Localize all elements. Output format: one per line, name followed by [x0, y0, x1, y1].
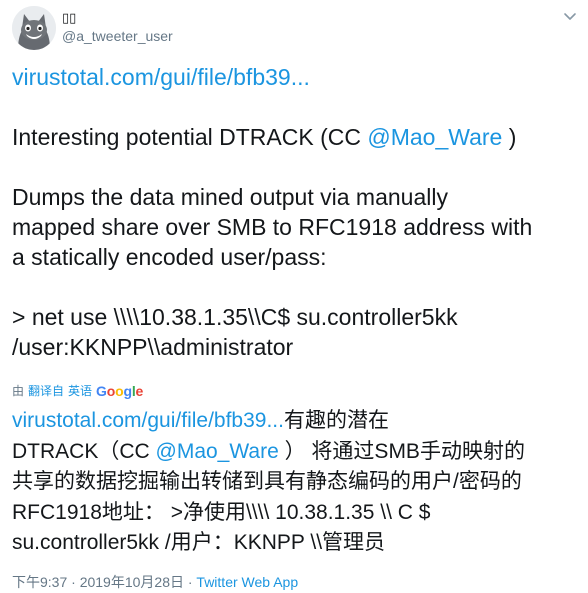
- translated-line: 有趣的潜在: [283, 409, 389, 432]
- translated-link[interactable]: virustotal.com/gui/file/bfb39...: [12, 409, 284, 432]
- translated-from-link[interactable]: 翻译自: [28, 382, 64, 399]
- translated-line: RFC1918地址： >净使用\\\\ 10.38.1.35 \\ C $: [12, 500, 431, 524]
- tweet-line-end: ): [502, 124, 517, 150]
- cat-avatar-icon: [12, 6, 56, 50]
- translated-line: su.controller5kk /用户：KKNPP \\管理员: [12, 531, 386, 554]
- translated-line-end: ） 将通过SMB手动映射的: [278, 439, 525, 463]
- source-language-link[interactable]: 英语: [68, 382, 92, 399]
- translated-text: virustotal.com/gui/file/bfb39...有趣的潜在 DT…: [12, 406, 578, 559]
- user-handle[interactable]: @a_tweeter_user: [62, 28, 173, 44]
- tweet-line: mapped share over SMB to RFC1918 address…: [12, 214, 533, 240]
- google-logo: Google: [96, 382, 144, 399]
- translated-line: DTRACK（CC: [12, 439, 156, 463]
- chevron-down-icon[interactable]: [562, 8, 578, 24]
- mention-link[interactable]: @Mao_Ware: [367, 124, 502, 150]
- tweet-line: Dumps the data mined output via manually: [12, 184, 448, 210]
- tweet-text: virustotal.com/gui/file/bfb39... Interes…: [12, 62, 578, 362]
- tweet-link[interactable]: virustotal.com/gui/file/bfb39...: [12, 64, 310, 90]
- source-app-link[interactable]: Twitter Web App: [196, 574, 298, 590]
- tweet-line: Interesting potential DTRACK (CC: [12, 124, 368, 150]
- timestamp[interactable]: 下午9:37 · 2019年10月28日 ·: [12, 574, 196, 590]
- display-name[interactable]: ▯▯: [62, 10, 76, 26]
- tweet-command-line: /user:KKNPP\\administrator: [12, 334, 294, 360]
- avatar[interactable]: [12, 6, 56, 50]
- translation-prefix: 由: [12, 384, 25, 398]
- tweet-line: a statically encoded user/pass:: [12, 244, 327, 270]
- translated-line: 共享的数据挖掘输出转储到具有静态编码的用户/密码的: [12, 470, 522, 493]
- tweet-command-line: > net use \\\\10.38.1.35\\C$ su.controll…: [12, 304, 458, 330]
- translated-mention-link[interactable]: @Mao_Ware: [156, 440, 279, 463]
- translation-attribution: 由 翻译自 英语 Google: [12, 382, 143, 399]
- tweet-metadata: 下午9:37 · 2019年10月28日 · Twitter Web App: [12, 572, 298, 592]
